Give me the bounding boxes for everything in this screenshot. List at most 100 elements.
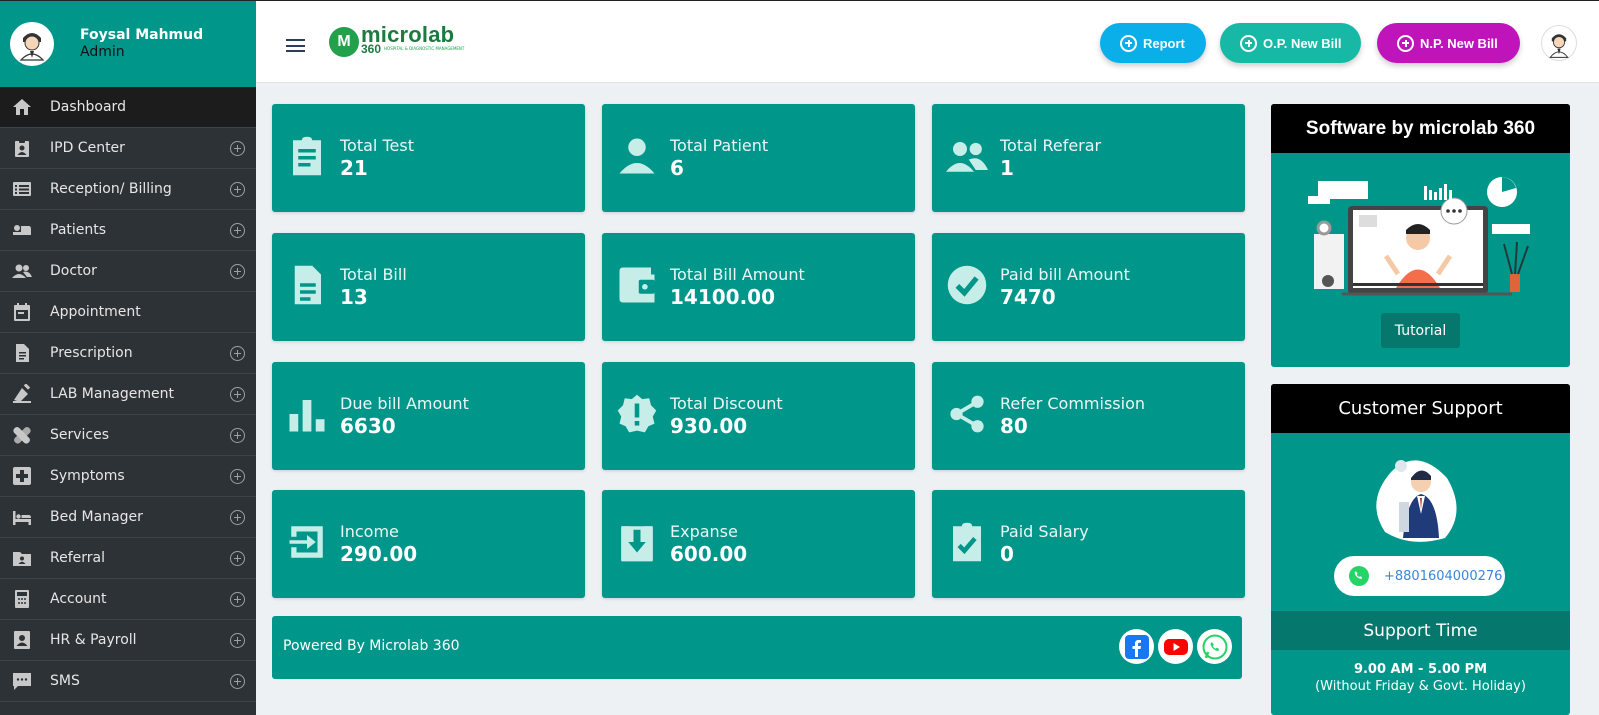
expand-plus-icon[interactable] [230, 182, 245, 197]
sidebar-item-sms[interactable]: SMS [0, 661, 256, 702]
stat-label: Expanse [670, 522, 738, 541]
powered-by-text: Powered By Microlab 360 [283, 638, 460, 654]
sidebar: Foysal Mahmud Admin Dashboard IPD Center R… [0, 0, 256, 715]
expand-plus-icon[interactable] [230, 674, 245, 689]
sidebar-item-appointment[interactable]: Appointment [0, 292, 256, 333]
op-new-bill-button[interactable]: O.P. New Bill [1220, 23, 1361, 63]
expand-plus-icon[interactable] [230, 551, 245, 566]
stat-label: Total Test [340, 136, 414, 155]
sidebar-item-label: Appointment [50, 304, 141, 320]
stat-label: Due bill Amount [340, 394, 469, 413]
sidebar-item-label: Dashboard [50, 99, 126, 115]
expand-plus-icon[interactable] [230, 592, 245, 607]
calculator-icon [11, 588, 33, 610]
stat-value: 14100.00 [670, 285, 776, 309]
op-new-bill-label: O.P. New Bill [1263, 35, 1342, 51]
support-phone-number: +8801604000276 [1384, 568, 1503, 584]
sidebar-item-referral[interactable]: Referral [0, 538, 256, 579]
report-label: Report [1143, 35, 1185, 51]
stat-card-total-bill[interactable]: Total Bill 13 [272, 233, 585, 341]
tutorial-button[interactable]: Tutorial [1381, 313, 1460, 348]
clipboard-list-icon [285, 134, 329, 178]
header-avatar[interactable] [1541, 25, 1577, 61]
sidebar-item-prescription[interactable]: Prescription [0, 333, 256, 374]
stat-card-total-discount[interactable]: Total Discount 930.00 [602, 362, 915, 470]
id-card-icon [11, 629, 33, 651]
calendar-icon [11, 301, 33, 323]
tutorial-panel: Software by microlab 360 Tutorial [1271, 104, 1570, 367]
np-new-bill-label: N.P. New Bill [1420, 35, 1498, 51]
avatar[interactable] [10, 22, 54, 66]
sidebar-item-account[interactable]: Account [0, 579, 256, 620]
stat-value: 6 [670, 156, 684, 180]
sidebar-item-dashboard[interactable]: Dashboard [0, 87, 256, 128]
sidebar-item-label: IPD Center [50, 140, 125, 156]
sidebar-item-bed-manager[interactable]: Bed Manager [0, 497, 256, 538]
sidebar-item-label: Account [50, 591, 107, 607]
stat-card-paid-salary[interactable]: Paid Salary 0 [932, 490, 1245, 598]
stat-card-total-referar[interactable]: Total Referar 1 [932, 104, 1245, 212]
stat-card-total-test[interactable]: Total Test 21 [272, 104, 585, 212]
stat-card-total-bill-amount[interactable]: Total Bill Amount 14100.00 [602, 233, 915, 341]
sidebar-item-doctor[interactable]: Doctor [0, 251, 256, 292]
facebook-icon[interactable] [1119, 629, 1154, 664]
menu-toggle-icon[interactable] [286, 39, 305, 52]
sidebar-item-services[interactable]: Services [0, 415, 256, 456]
logo-tagline: HOSPITAL & DIAGNOSTIC MANAGEMENT [384, 46, 465, 51]
sidebar-item-patients[interactable]: Patients [0, 210, 256, 251]
sidebar-item-label: Bed Manager [50, 509, 143, 525]
sidebar-item-label: Referral [50, 550, 105, 566]
support-panel: Customer Support +8801604000276 Support … [1271, 384, 1570, 715]
flask-icon [11, 383, 33, 405]
share-icon [945, 392, 989, 436]
expand-plus-icon[interactable] [230, 428, 245, 443]
report-button[interactable]: Report [1100, 23, 1206, 63]
sidebar-item-ipd-center[interactable]: IPD Center [0, 128, 256, 169]
expand-plus-icon[interactable] [230, 469, 245, 484]
stat-label: Total Referar [1000, 136, 1102, 155]
logo-number: 360 [361, 42, 382, 56]
sidebar-item-hr-payroll[interactable]: HR & Payroll [0, 620, 256, 661]
alert-badge-icon [615, 392, 659, 436]
stat-label: Paid bill Amount [1000, 265, 1130, 284]
sidebar-item-symptoms[interactable]: Symptoms [0, 456, 256, 497]
support-panel-title: Customer Support [1271, 384, 1570, 433]
stat-value: 21 [340, 156, 368, 180]
expand-plus-icon[interactable] [230, 387, 245, 402]
sidebar-item-reception-billing[interactable]: Reception/ Billing [0, 169, 256, 210]
whatsapp-icon[interactable] [1197, 629, 1232, 664]
expand-plus-icon[interactable] [230, 346, 245, 361]
sidebar-item-label: HR & Payroll [50, 632, 137, 648]
logo-text: microlab [361, 22, 455, 47]
file-icon [285, 263, 329, 307]
user-profile: Foysal Mahmud Admin [0, 1, 256, 87]
np-new-bill-button[interactable]: N.P. New Bill [1377, 23, 1520, 63]
group-icon [945, 134, 989, 178]
expand-plus-icon[interactable] [230, 510, 245, 525]
stat-card-refer-commission[interactable]: Refer Commission 80 [932, 362, 1245, 470]
expand-plus-icon[interactable] [230, 633, 245, 648]
stat-card-expanse[interactable]: Expanse 600.00 [602, 490, 915, 598]
folder-user-icon [11, 547, 33, 569]
youtube-icon[interactable] [1158, 629, 1193, 664]
stat-card-due-bill-amount[interactable]: Due bill Amount 6630 [272, 362, 585, 470]
support-phone-button[interactable]: +8801604000276 [1334, 556, 1505, 596]
stat-card-income[interactable]: Income 290.00 [272, 490, 585, 598]
app-logo[interactable]: M microlab 360 HOSPITAL & DIAGNOSTIC MAN… [329, 22, 465, 57]
sidebar-item-label: LAB Management [50, 386, 174, 402]
sidebar-item-label: SMS [50, 673, 80, 689]
stat-card-paid-bill-amount[interactable]: Paid bill Amount 7470 [932, 233, 1245, 341]
stat-card-total-patient[interactable]: Total Patient 6 [602, 104, 915, 212]
sidebar-item-label: Patients [50, 222, 107, 238]
expand-plus-icon[interactable] [230, 264, 245, 279]
expand-plus-icon[interactable] [230, 141, 245, 156]
chat-icon [11, 670, 33, 692]
support-hours: 9.00 AM - 5.00 PM [1353, 662, 1488, 677]
list-icon [11, 178, 33, 200]
stat-label: Income [340, 522, 399, 541]
whatsapp-icon [1349, 566, 1369, 586]
sidebar-item-lab-management[interactable]: LAB Management [0, 374, 256, 415]
stat-value: 13 [340, 285, 368, 309]
sidebar-item-label: Symptoms [50, 468, 125, 484]
expand-plus-icon[interactable] [230, 223, 245, 238]
